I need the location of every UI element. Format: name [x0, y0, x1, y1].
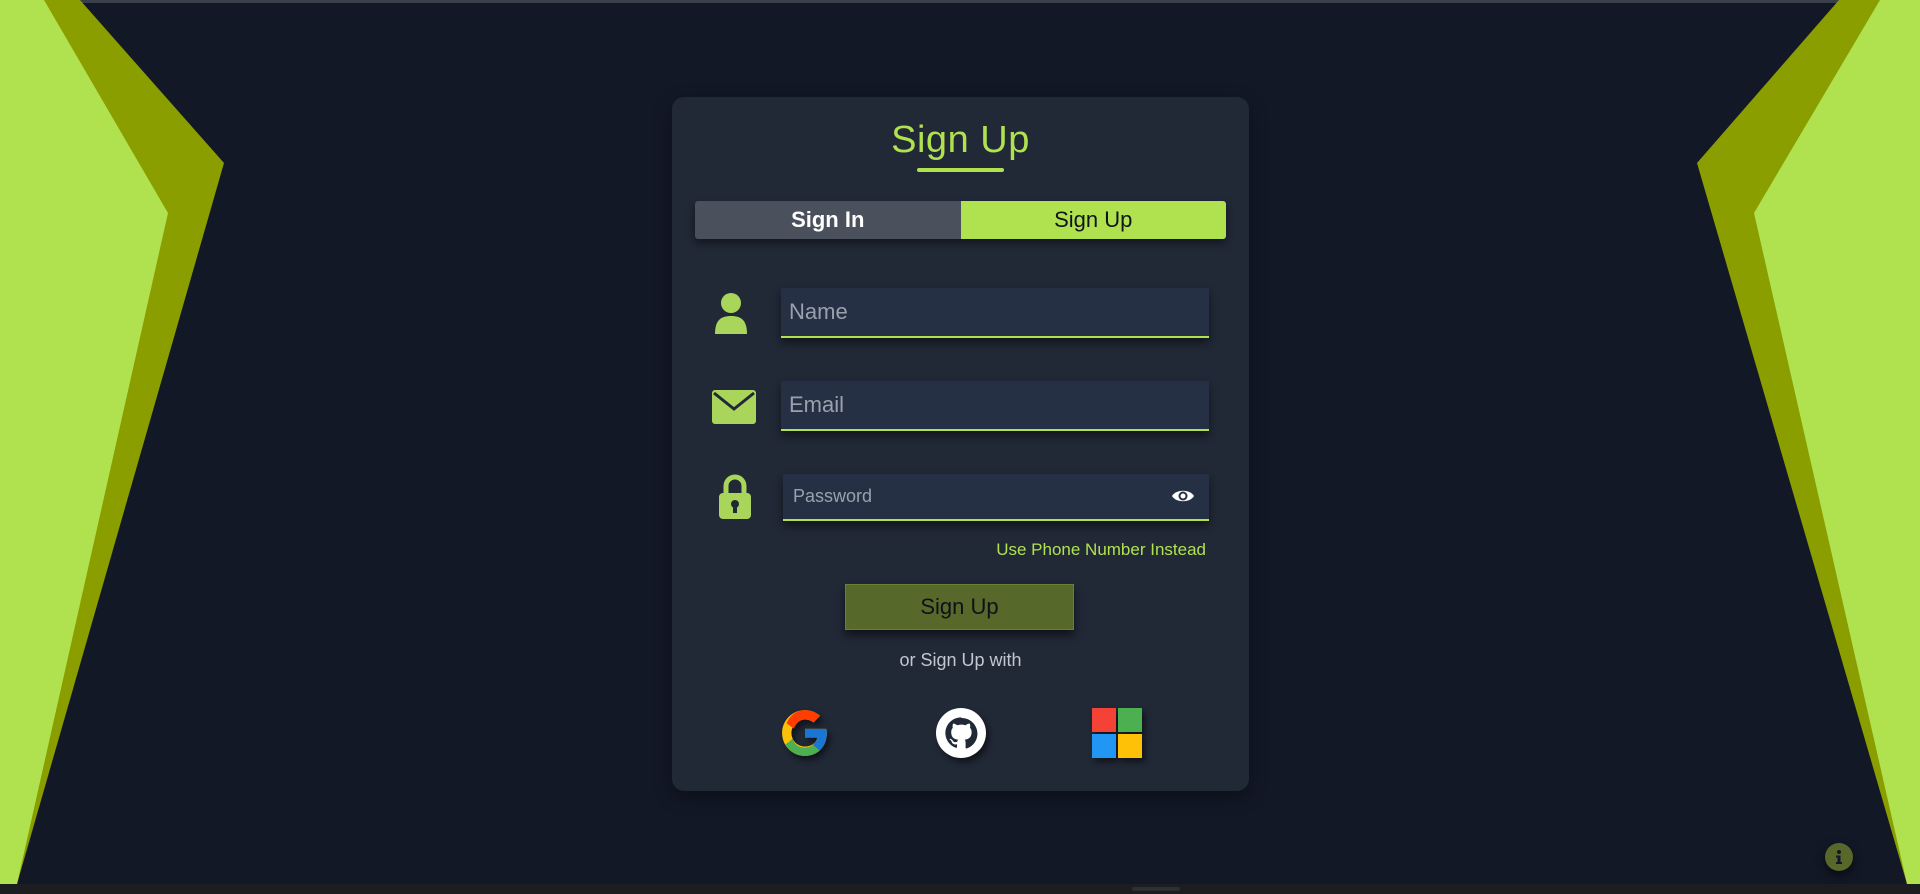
tab-sign-up[interactable]: Sign Up	[960, 201, 1226, 239]
tab-sign-in[interactable]: Sign In	[695, 201, 961, 239]
use-phone-link[interactable]: Use Phone Number Instead	[996, 540, 1206, 560]
info-icon[interactable]	[1825, 843, 1853, 871]
microsoft-icon[interactable]	[1091, 707, 1143, 759]
name-field	[781, 288, 1209, 338]
window-handle	[1132, 887, 1180, 891]
email-input[interactable]	[781, 381, 1209, 429]
title-underline	[917, 168, 1004, 172]
github-icon[interactable]	[935, 707, 987, 759]
name-input[interactable]	[781, 288, 1209, 336]
password-input[interactable]	[783, 474, 1209, 519]
password-field	[783, 474, 1209, 521]
sign-up-button[interactable]: Sign Up	[845, 584, 1074, 630]
lock-icon	[710, 472, 760, 522]
eye-icon[interactable]	[1171, 486, 1195, 506]
email-field	[781, 381, 1209, 431]
user-icon	[706, 289, 756, 339]
google-icon[interactable]	[779, 707, 831, 759]
envelope-icon	[709, 382, 759, 432]
window-bottom-bar	[0, 884, 1920, 894]
alt-signup-text: or Sign Up with	[899, 650, 1022, 670]
signup-card: Sign Up Sign In Sign Up Name Email Use P…	[672, 97, 1249, 791]
auth-mode-toggle: Sign In Sign Up	[695, 201, 1226, 239]
form-title: Sign Up	[891, 119, 1030, 161]
